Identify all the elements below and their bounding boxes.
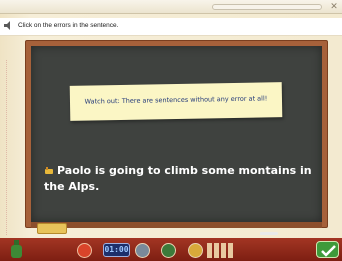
chalk-tray bbox=[31, 222, 322, 228]
chalk-piece-icon bbox=[260, 232, 278, 235]
title-progress-track bbox=[212, 4, 322, 10]
window-title-bar: ✕ bbox=[0, 0, 342, 14]
instruction-text: Click on the errors in the sentence. bbox=[18, 22, 119, 29]
chalkboard bbox=[31, 46, 322, 222]
ink-bottle-icon bbox=[11, 240, 22, 258]
close-icon[interactable]: ✕ bbox=[328, 1, 340, 13]
sponge-icon bbox=[37, 223, 67, 234]
sentence-text[interactable]: Paolo is going to climb some montains in… bbox=[44, 164, 312, 193]
check-answer-button[interactable] bbox=[316, 241, 339, 258]
margin-scribble bbox=[6, 60, 24, 235]
sticky-note: Watch out: There are sentences without a… bbox=[69, 82, 283, 121]
timer-display: 01:00 bbox=[103, 243, 130, 257]
exercise-sentence[interactable]: Paolo is going to climb some montains in… bbox=[44, 163, 322, 195]
progress-bars-icon bbox=[207, 243, 233, 258]
back-button[interactable] bbox=[77, 243, 92, 258]
checkmark-icon bbox=[321, 245, 336, 257]
chat-button[interactable] bbox=[161, 243, 176, 258]
book-button[interactable] bbox=[188, 243, 203, 258]
note-text: Watch out: There are sentences without a… bbox=[84, 94, 268, 106]
help-button[interactable] bbox=[135, 243, 150, 258]
chalk-icon bbox=[45, 167, 53, 174]
speaker-icon[interactable] bbox=[3, 20, 14, 31]
